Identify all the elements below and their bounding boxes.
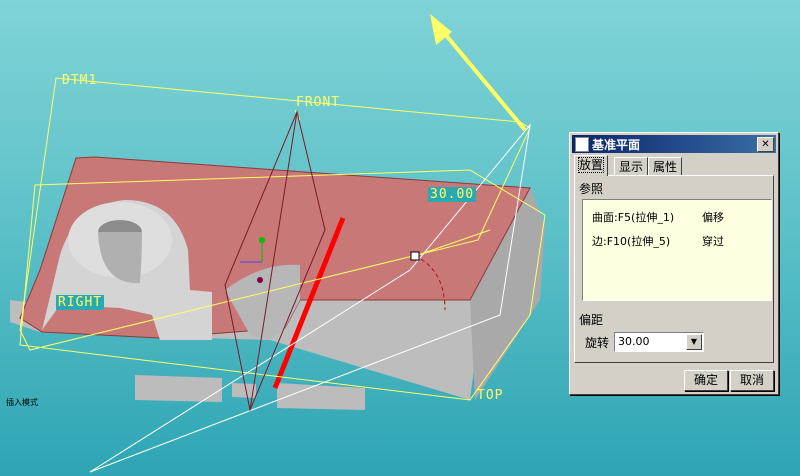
close-button[interactable]: ✕: [757, 137, 774, 152]
reference-constraint[interactable]: 偏移: [702, 209, 724, 225]
offset-dimension-value[interactable]: 30.00: [428, 187, 477, 202]
datum-plane-dialog: 基准平面 ✕ 放置 显示 属性 参照 曲面:F5(拉伸_1) 偏移 边:F10(…: [569, 132, 779, 395]
tab-properties[interactable]: 属性: [648, 157, 683, 176]
csys-origin: [257, 277, 263, 283]
list-item[interactable]: 边:F10(拉伸_5) 穿过: [592, 233, 724, 249]
references-list[interactable]: 曲面:F5(拉伸_1) 偏移 边:F10(拉伸_5) 穿过: [582, 199, 772, 301]
dialog-title-bar[interactable]: 基准平面 ✕: [572, 135, 776, 153]
chevron-down-icon[interactable]: ▼: [686, 334, 702, 350]
reference-entity: 曲面:F5(拉伸_1): [592, 211, 675, 224]
tab-properties-label: 属性: [653, 160, 678, 174]
label-dtm1[interactable]: DTM1: [62, 73, 97, 88]
drag-handle: [410, 251, 420, 261]
rotation-value[interactable]: 30.00: [618, 335, 650, 348]
list-item[interactable]: 曲面:F5(拉伸_1) 偏移: [592, 209, 724, 225]
rotation-value-select[interactable]: 30.00 ▼: [614, 332, 704, 352]
part-bottom-tab-2: [277, 383, 365, 410]
tab-placement-label: 放置: [577, 157, 605, 173]
label-front[interactable]: FRONT: [296, 95, 340, 110]
rotation-label: 旋转: [585, 336, 610, 350]
dialog-title: 基准平面: [592, 138, 641, 152]
window-icon: [575, 137, 589, 152]
offset-label: 偏距: [579, 313, 604, 327]
reference-constraint[interactable]: 穿过: [702, 233, 724, 249]
tab-display-label: 显示: [619, 160, 644, 174]
plane-normal-arrow: [438, 26, 527, 132]
reference-entity: 边:F10(拉伸_5): [592, 235, 671, 248]
label-right[interactable]: RIGHT: [56, 295, 105, 310]
tab-placement[interactable]: 放置: [574, 155, 609, 176]
ok-button[interactable]: 确定: [684, 370, 728, 391]
part-bottom-tab-1: [135, 375, 222, 402]
status-text: 插入模式: [6, 398, 38, 407]
references-label: 参照: [579, 182, 604, 196]
tab-display[interactable]: 显示: [614, 157, 649, 176]
label-top[interactable]: TOP: [477, 388, 503, 403]
cancel-button[interactable]: 取消: [730, 370, 774, 391]
